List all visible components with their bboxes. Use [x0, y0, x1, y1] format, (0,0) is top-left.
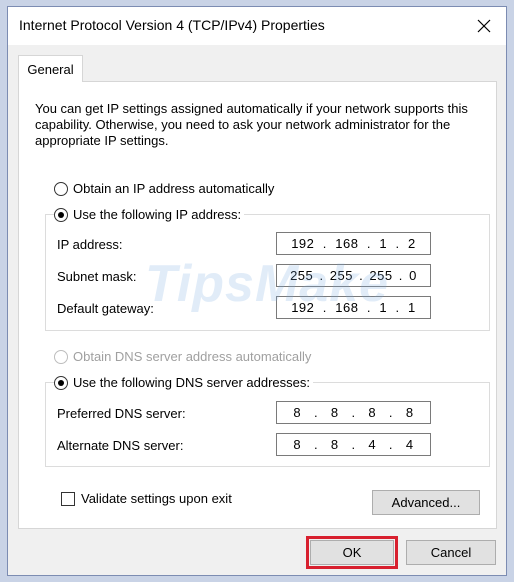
dot: .: [319, 268, 324, 283]
dot: .: [388, 405, 394, 420]
title-bar: Internet Protocol Version 4 (TCP/IPv4) P…: [8, 7, 506, 45]
radio-dns-auto-indicator[interactable]: [54, 349, 68, 364]
mask-octet-3: 255: [369, 268, 393, 283]
intro-text: You can get IP settings assigned automat…: [35, 101, 468, 148]
ok-button-highlight: [306, 536, 398, 569]
tab-general[interactable]: General: [18, 55, 83, 82]
general-panel: You can get IP settings assigned automat…: [18, 81, 497, 529]
dot: .: [359, 268, 364, 283]
screenshot-frame: Internet Protocol Version 4 (TCP/IPv4) P…: [0, 0, 514, 582]
preferred-dns-input[interactable]: 8. 8. 8. 8: [276, 401, 431, 424]
validate-checkbox-box[interactable]: [61, 491, 75, 506]
ip-octet-1: 192: [291, 236, 315, 251]
mask-octet-1: 255: [290, 268, 314, 283]
radio-ip-manual[interactable]: Use the following IP address:: [54, 207, 245, 222]
alternate-dns-label: Alternate DNS server:: [57, 438, 184, 453]
ip-octet-3: 1: [379, 236, 388, 251]
dot: .: [366, 236, 372, 251]
pdns-octet-1: 8: [293, 405, 302, 420]
dot: .: [351, 405, 356, 420]
ip-octet-2: 168: [335, 236, 359, 251]
dot: .: [313, 405, 319, 420]
pdns-octet-3: 8: [368, 405, 377, 420]
close-button[interactable]: [462, 7, 506, 45]
radio-ip-manual-indicator[interactable]: [54, 207, 68, 222]
alternate-dns-input[interactable]: 8. 8. 4. 4: [276, 433, 431, 456]
default-gateway-label: Default gateway:: [57, 301, 154, 316]
cancel-button[interactable]: Cancel: [406, 540, 496, 565]
mask-octet-4: 0: [409, 268, 417, 283]
dot: .: [395, 236, 400, 251]
tab-general-label: General: [27, 61, 74, 77]
dot: .: [313, 437, 319, 452]
radio-ip-auto-indicator[interactable]: [54, 181, 68, 196]
close-icon: [477, 19, 491, 33]
cancel-button-label: Cancel: [430, 545, 472, 560]
window-title: Internet Protocol Version 4 (TCP/IPv4) P…: [19, 17, 325, 33]
gateway-octet-4: 1: [408, 300, 416, 315]
dot: .: [398, 268, 403, 283]
pdns-octet-2: 8: [330, 405, 339, 420]
adns-octet-3: 4: [368, 437, 377, 452]
tcpip-properties-dialog: Internet Protocol Version 4 (TCP/IPv4) P…: [7, 6, 507, 576]
radio-dns-manual[interactable]: Use the following DNS server addresses:: [54, 375, 313, 390]
radio-ip-auto[interactable]: Obtain an IP address automatically: [54, 181, 274, 196]
gateway-octet-1: 192: [291, 300, 315, 315]
radio-dns-auto[interactable]: Obtain DNS server address automatically: [54, 349, 311, 364]
radio-ip-manual-label: Use the following IP address:: [73, 207, 242, 222]
dot: .: [388, 437, 394, 452]
radio-dns-manual-label: Use the following DNS server addresses:: [73, 375, 310, 390]
ip-octet-4: 2: [408, 236, 416, 251]
radio-ip-auto-label: Obtain an IP address automatically: [73, 181, 275, 196]
ip-address-input[interactable]: 192. 168. 1. 2: [276, 232, 431, 255]
radio-dns-auto-label: Obtain DNS server address automatically: [73, 349, 312, 364]
dot: .: [366, 300, 372, 315]
adns-octet-4: 4: [405, 437, 414, 452]
advanced-button[interactable]: Advanced...: [372, 490, 480, 515]
pdns-octet-4: 8: [405, 405, 414, 420]
gateway-octet-2: 168: [335, 300, 359, 315]
subnet-mask-input[interactable]: 255. 255. 255. 0: [276, 264, 431, 287]
advanced-button-label: Advanced...: [391, 495, 461, 510]
default-gateway-input[interactable]: 192. 168. 1. 1: [276, 296, 431, 319]
adns-octet-1: 8: [293, 437, 302, 452]
radio-dns-manual-indicator[interactable]: [54, 375, 68, 390]
validate-settings-checkbox[interactable]: Validate settings upon exit: [61, 491, 232, 506]
dot: .: [322, 300, 327, 315]
subnet-mask-label: Subnet mask:: [57, 269, 137, 284]
gateway-octet-3: 1: [379, 300, 388, 315]
ip-address-label: IP address:: [57, 237, 123, 252]
validate-checkbox-label: Validate settings upon exit: [81, 491, 232, 506]
dot: .: [322, 236, 327, 251]
preferred-dns-label: Preferred DNS server:: [57, 406, 186, 421]
mask-octet-2: 255: [329, 268, 353, 283]
dot: .: [395, 300, 400, 315]
dot: .: [351, 437, 356, 452]
adns-octet-2: 8: [330, 437, 339, 452]
